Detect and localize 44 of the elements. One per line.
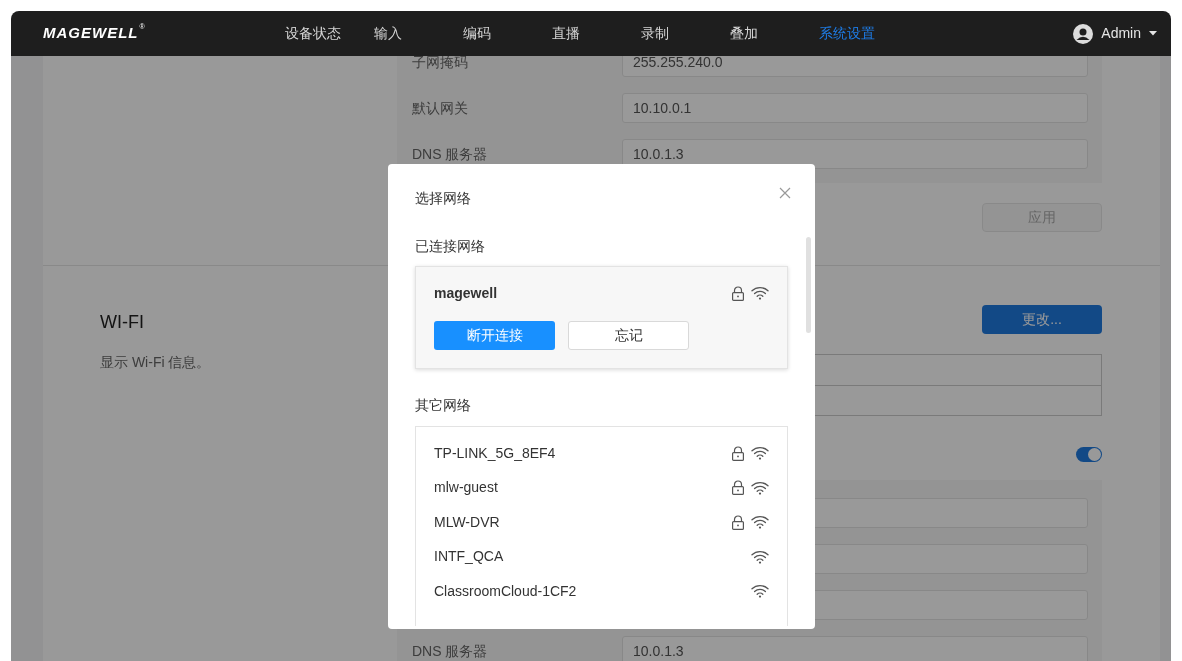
network-item[interactable]: INTF_QCA: [434, 546, 504, 568]
field-label: DNS 服务器: [412, 144, 489, 164]
nav-tab[interactable]: 系统设置: [819, 23, 878, 44]
lock-icon: [731, 514, 745, 530]
network-item[interactable]: ClassroomCloud-1CF2: [434, 580, 577, 602]
field-label: DNS 服务器: [412, 641, 489, 661]
section-title: WI-FI: [100, 311, 145, 334]
nav-tab[interactable]: 叠加: [730, 23, 789, 44]
close-icon[interactable]: [779, 187, 791, 199]
network-item[interactable]: MLW-DVR: [434, 511, 500, 533]
field-label: 默认网关: [412, 98, 469, 118]
dialog-title: 选择网络: [415, 188, 471, 208]
lock-icon: [731, 480, 745, 496]
nav-tab[interactable]: 录制: [641, 23, 700, 44]
wifi-icon: [751, 286, 769, 300]
input-field[interactable]: 10.10.0.1: [622, 93, 1088, 123]
caret-icon[interactable]: [1149, 31, 1157, 36]
network-name: magewell: [434, 283, 498, 303]
forget-button[interactable]: 忘记: [568, 321, 689, 350]
nav-tab[interactable]: 编码: [463, 23, 522, 44]
input-field[interactable]: 10.0.1.3: [622, 139, 1088, 169]
wifi-icon: [751, 515, 769, 530]
field-label: 子网掩码: [412, 56, 469, 72]
scrollbar-thumb[interactable]: [806, 237, 811, 333]
input-field[interactable]: 10.0.1.3: [622, 636, 1088, 661]
user-menu[interactable]: Admin: [1101, 23, 1141, 44]
lock-icon: [731, 285, 745, 301]
input-field[interactable]: 255.255.240.0: [622, 56, 1088, 77]
toggle-switch[interactable]: [1076, 447, 1102, 462]
user-avatar-icon[interactable]: [1073, 23, 1094, 44]
section-heading: 其它网络: [415, 396, 472, 415]
section-description: 显示 Wi-Fi 信息。: [100, 353, 212, 372]
logo: MAGEWELL: [43, 23, 139, 44]
network-item[interactable]: TP-LINK_5G_8EF4: [434, 442, 556, 464]
network-item[interactable]: mlw-guest: [434, 477, 498, 499]
nav-tab[interactable]: 输入: [374, 23, 433, 44]
wifi-icon: [751, 480, 769, 495]
nav-tab[interactable]: 设备状态: [285, 23, 344, 44]
wifi-icon: [751, 584, 769, 599]
section-heading: 已连接网络: [415, 237, 486, 256]
nav-tab[interactable]: 直播: [552, 23, 611, 44]
wifi-icon: [751, 446, 769, 461]
lock-icon: [731, 445, 745, 461]
wifi-icon: [751, 549, 769, 564]
